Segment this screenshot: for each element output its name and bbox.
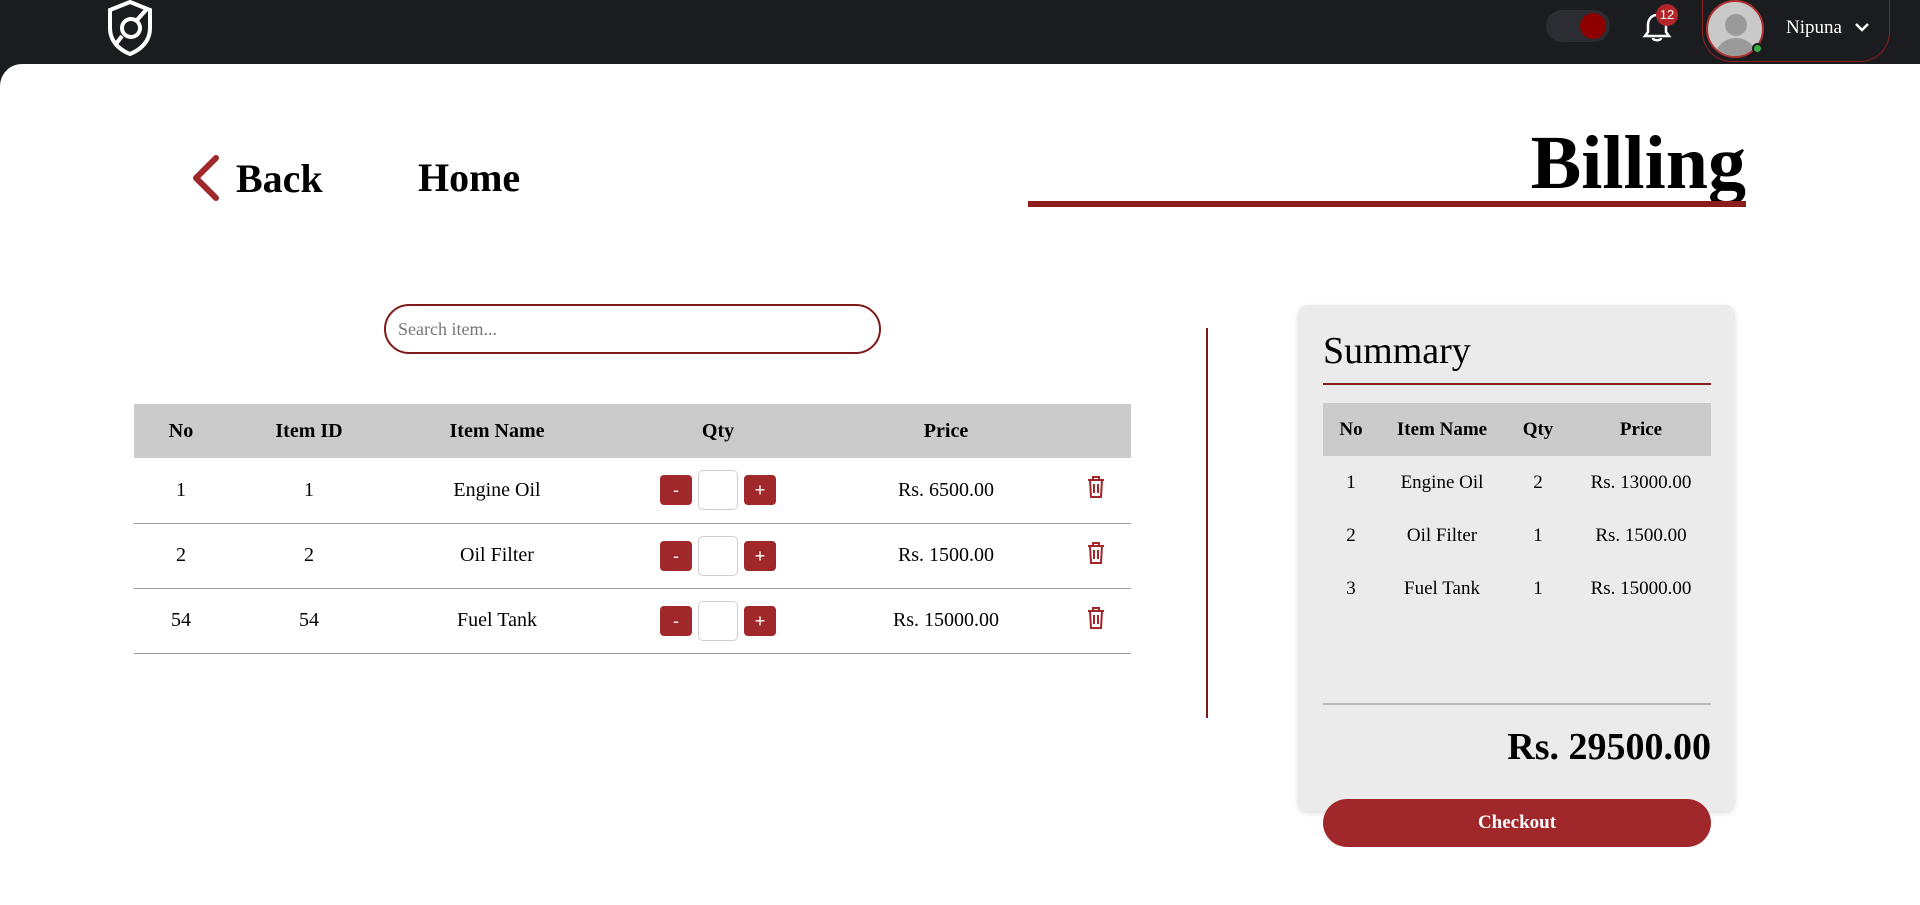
quantity-stepper: - + bbox=[604, 470, 832, 511]
trash-icon[interactable] bbox=[1086, 541, 1106, 565]
decrement-button[interactable]: - bbox=[660, 475, 692, 506]
decrement-button[interactable]: - bbox=[660, 605, 692, 636]
summary-row: 3 Fuel Tank 1 Rs. 15000.00 bbox=[1323, 562, 1711, 615]
cell-item-id: 54 bbox=[228, 588, 390, 654]
summary-cell-price: Rs. 1500.00 bbox=[1595, 524, 1687, 546]
cell-actions bbox=[1060, 458, 1131, 524]
summary-cell-price: Rs. 13000.00 bbox=[1590, 471, 1692, 493]
search-input[interactable] bbox=[384, 304, 881, 354]
back-chevron-icon bbox=[193, 155, 219, 201]
column-header-actions bbox=[1060, 404, 1131, 458]
summary-cell-item-name: Oil Filter bbox=[1406, 524, 1478, 546]
summary-row: 2 Oil Filter 1 Rs. 1500.00 bbox=[1323, 509, 1711, 562]
column-header-item-id: Item ID bbox=[228, 404, 390, 458]
column-header-qty: Qty bbox=[604, 404, 832, 458]
toggle-knob bbox=[1580, 13, 1606, 39]
page-title: Billing bbox=[1530, 121, 1746, 205]
top-bar: 12 Nipuna bbox=[0, 0, 1920, 64]
cell-item-name: Fuel Tank bbox=[390, 588, 604, 654]
summary-column-item-name: Item Name bbox=[1379, 403, 1505, 456]
quantity-input[interactable] bbox=[698, 470, 738, 511]
summary-column-no: No bbox=[1323, 403, 1379, 456]
summary-cell-item-name: Fuel Tank bbox=[1404, 577, 1480, 599]
table-row: 1 1 Engine Oil - + Rs. 6500.00 bbox=[134, 458, 1131, 524]
summary-title-underline bbox=[1323, 383, 1711, 385]
items-table: No Item ID Item Name Qty Price 1 1 Engin… bbox=[134, 404, 1131, 654]
logo-icon[interactable] bbox=[104, 0, 156, 56]
summary-cell-no: 2 bbox=[1346, 524, 1356, 546]
summary-column-qty: Qty bbox=[1505, 403, 1571, 456]
summary-title: Summary bbox=[1323, 330, 1471, 372]
summary-column-price: Price bbox=[1571, 403, 1711, 456]
increment-button[interactable]: + bbox=[744, 605, 776, 636]
notification-badge: 12 bbox=[1656, 4, 1678, 26]
summary-header-row: No Item Name Qty Price bbox=[1323, 403, 1711, 456]
increment-button[interactable]: + bbox=[744, 540, 776, 571]
summary-row: 1 Engine Oil 2 Rs. 13000.00 bbox=[1323, 456, 1711, 509]
summary-cell-qty: 2 bbox=[1533, 471, 1543, 493]
summary-total: Rs. 29500.00 bbox=[1507, 726, 1711, 768]
cell-item-id: 2 bbox=[228, 523, 390, 589]
cell-item-name: Engine Oil bbox=[390, 458, 604, 524]
summary-cell-price: Rs. 15000.00 bbox=[1590, 577, 1692, 599]
cell-qty: - + bbox=[604, 458, 832, 524]
cell-qty: - + bbox=[604, 588, 832, 654]
table-row: 2 2 Oil Filter - + Rs. 1500.00 bbox=[134, 523, 1131, 589]
summary-divider bbox=[1323, 703, 1711, 705]
online-status-dot bbox=[1752, 43, 1763, 54]
cell-item-name: Oil Filter bbox=[390, 523, 604, 589]
increment-button[interactable]: + bbox=[744, 475, 776, 506]
summary-cell-no: 3 bbox=[1346, 577, 1356, 599]
cell-actions bbox=[1060, 588, 1131, 654]
summary-cell-qty: 1 bbox=[1533, 524, 1543, 546]
quantity-input[interactable] bbox=[698, 535, 738, 576]
avatar-head bbox=[1725, 14, 1747, 36]
cell-qty: - + bbox=[604, 523, 832, 589]
cell-price: Rs. 1500.00 bbox=[832, 523, 1060, 589]
cell-price: Rs. 6500.00 bbox=[832, 458, 1060, 524]
table-header-row: No Item ID Item Name Qty Price bbox=[134, 404, 1131, 458]
table-row: 54 54 Fuel Tank - + Rs. 15000.00 bbox=[134, 588, 1131, 654]
cell-no: 2 bbox=[134, 523, 228, 589]
back-button[interactable]: Back bbox=[188, 154, 323, 202]
quantity-stepper: - + bbox=[604, 535, 832, 576]
main-panel: Back Home Billing No Item ID Item Name Q… bbox=[0, 64, 1920, 905]
username[interactable]: Nipuna bbox=[1786, 17, 1842, 39]
summary-cell-qty: 1 bbox=[1533, 577, 1543, 599]
back-label: Back bbox=[236, 155, 323, 201]
quantity-stepper: - + bbox=[604, 600, 832, 641]
summary-cell-no: 1 bbox=[1346, 471, 1356, 493]
summary-cell-item-name: Engine Oil bbox=[1400, 471, 1484, 493]
column-header-no: No bbox=[134, 404, 228, 458]
trash-icon[interactable] bbox=[1086, 606, 1106, 630]
cell-no: 54 bbox=[134, 588, 228, 654]
decrement-button[interactable]: - bbox=[660, 540, 692, 571]
checkout-button[interactable]: Checkout bbox=[1323, 799, 1711, 847]
column-header-price: Price bbox=[832, 404, 1060, 458]
trash-icon[interactable] bbox=[1086, 475, 1106, 499]
theme-toggle[interactable] bbox=[1546, 10, 1610, 42]
home-link[interactable]: Home bbox=[418, 154, 520, 201]
cell-price: Rs. 15000.00 bbox=[832, 588, 1060, 654]
cell-item-id: 1 bbox=[228, 458, 390, 524]
summary-table: No Item Name Qty Price 1 Engine Oil 2 Rs… bbox=[1323, 403, 1711, 615]
cell-no: 1 bbox=[134, 458, 228, 524]
column-header-item-name: Item Name bbox=[390, 404, 604, 458]
cell-actions bbox=[1060, 523, 1131, 589]
vertical-divider bbox=[1206, 328, 1208, 718]
summary-card: Summary No Item Name Qty Price 1 Engine … bbox=[1298, 305, 1735, 847]
title-underline bbox=[1028, 201, 1746, 207]
chevron-down-icon[interactable] bbox=[1853, 20, 1871, 34]
quantity-input[interactable] bbox=[698, 600, 738, 641]
